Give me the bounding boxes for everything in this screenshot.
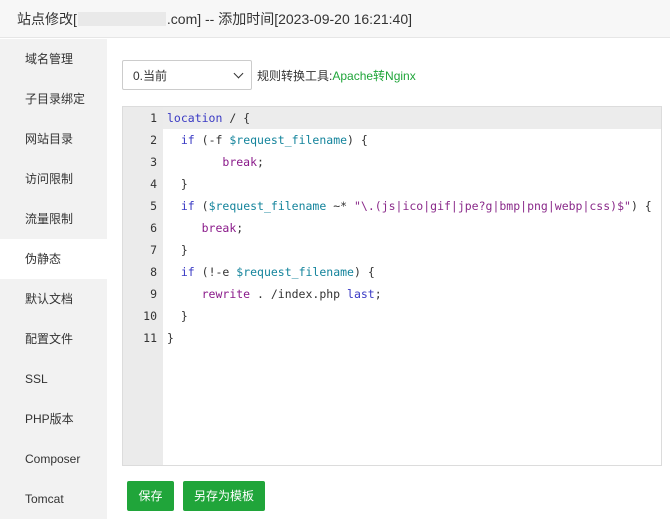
code-line: break; [222, 155, 264, 169]
code-editor[interactable]: 1 2 3 4 5 6 7 8 9 10 11 location / { if … [122, 106, 662, 466]
code-line: } [167, 177, 188, 191]
line-number: 4 [150, 177, 157, 191]
sidebar-item-traffic-limit[interactable]: 流量限制 [0, 199, 107, 239]
rewrite-toolbar: 0.当前 规则转换工具: Apache转Nginx [122, 60, 416, 90]
redacted-domain [77, 11, 166, 26]
window-title: 站点修改[ .com] -- 添加时间[2023-09-20 16:21:40] [0, 0, 670, 38]
code-line: if (!-e $request_filename) { [180, 265, 375, 279]
save-button[interactable]: 保存 [127, 481, 174, 511]
code-line: if ($request_filename ~* "\.(js|ico|gif|… [180, 199, 652, 213]
apache-to-nginx-link[interactable]: Apache转Nginx [332, 67, 415, 84]
line-number: 5 [150, 199, 157, 213]
code-line: if (-f $request_filename) { [180, 133, 368, 147]
line-number: 11 [143, 331, 157, 345]
line-number: 9 [150, 287, 157, 301]
title-prefix: 站点修改[ [17, 10, 77, 27]
sidebar-item-subdir-binding[interactable]: 子目录绑定 [0, 79, 107, 119]
code-line: break; [201, 221, 244, 235]
chevron-down-icon [233, 68, 244, 79]
sidebar-item-site-directory[interactable]: 网站目录 [0, 119, 107, 159]
sidebar-item-domains[interactable]: 域名管理 [0, 39, 107, 79]
sidebar: 域名管理 子目录绑定 网站目录 访问限制 流量限制 伪静态 默认文档 配置文件 … [0, 39, 107, 519]
line-number-gutter: 1 2 3 4 5 6 7 8 9 10 11 [123, 107, 163, 465]
line-number: 8 [150, 265, 157, 279]
code-content[interactable]: location / { if (-f $request_filename) {… [167, 107, 661, 349]
line-number: 10 [143, 309, 157, 323]
line-number: 7 [150, 243, 157, 257]
code-line: } [167, 331, 174, 345]
sidebar-item-tomcat[interactable]: Tomcat [0, 479, 107, 519]
sidebar-item-access-limit[interactable]: 访问限制 [0, 159, 107, 199]
rewrite-template-select[interactable]: 0.当前 [122, 60, 252, 90]
code-line: rewrite . /index.php last; [201, 287, 382, 301]
code-line: } [167, 243, 188, 257]
code-line: } [167, 309, 188, 323]
line-number: 1 [150, 111, 157, 125]
save-as-template-button[interactable]: 另存为模板 [183, 481, 265, 511]
sidebar-item-config-file[interactable]: 配置文件 [0, 319, 107, 359]
sidebar-item-default-document[interactable]: 默认文档 [0, 279, 107, 319]
sidebar-item-rewrite[interactable]: 伪静态 [0, 239, 107, 279]
sidebar-item-php-version[interactable]: PHP版本 [0, 399, 107, 439]
code-line: location / { [167, 111, 251, 125]
sidebar-item-ssl[interactable]: SSL [0, 359, 107, 399]
sidebar-item-composer[interactable]: Composer [0, 439, 107, 479]
line-number: 3 [150, 155, 157, 169]
line-number: 6 [150, 221, 157, 235]
line-number: 2 [150, 133, 157, 147]
select-value: 0.当前 [133, 68, 168, 83]
convert-tool-label: 规则转换工具: [257, 68, 333, 83]
title-suffix: .com] -- 添加时间[2023-09-20 16:21:40] [166, 10, 412, 27]
